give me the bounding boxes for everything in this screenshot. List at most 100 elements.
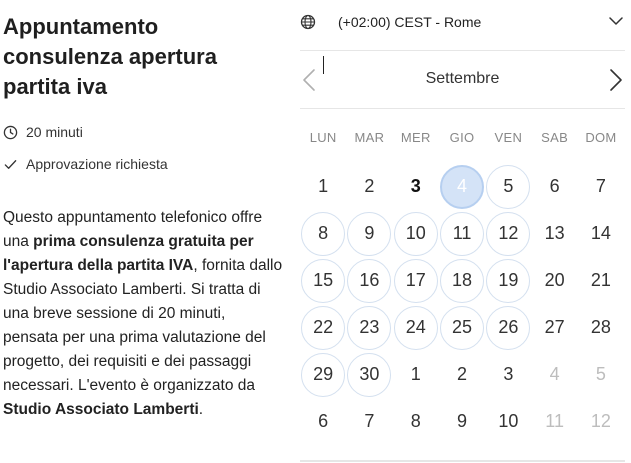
day-number: 12	[590, 411, 611, 431]
day-number: 13	[544, 223, 565, 243]
day-cell: 2	[439, 351, 485, 398]
day-cell-available[interactable]: 10	[393, 210, 439, 257]
chevron-down-icon[interactable]	[609, 16, 623, 26]
timezone-label: (+02:00) CEST - Rome	[338, 14, 482, 30]
day-number: 10	[498, 411, 519, 431]
day-cell-disabled: 4	[531, 351, 577, 398]
day-cell-disabled: 5	[578, 351, 624, 398]
calendar-grid: 1 2 3 4 5 6 7 8 9 10 11 12 13 14 15 16 17 18 19 20 21 22 23 24 2…	[300, 163, 624, 445]
day-cell: 13	[531, 210, 577, 257]
divider	[300, 50, 625, 51]
day-number: 1	[318, 176, 329, 196]
day-cell: 6	[300, 398, 346, 445]
day-cell-available[interactable]: 17	[393, 257, 439, 304]
day-number: 20	[544, 270, 565, 290]
day-cell: 9	[439, 398, 485, 445]
day-cell-available[interactable]: 8	[300, 210, 346, 257]
day-number: 3	[410, 176, 421, 196]
day-number: 24	[393, 305, 438, 350]
day-number: 7	[364, 411, 375, 431]
day-number: 11	[440, 211, 485, 256]
day-number: 3	[503, 364, 514, 384]
day-cell: 1	[393, 351, 439, 398]
divider	[300, 460, 625, 462]
day-cell-available[interactable]: 26	[485, 304, 531, 351]
duration-label: 20 minuti	[26, 124, 83, 140]
description-text-3: .	[198, 401, 204, 418]
description-text-2: , fornita dallo Studio Associato Lambert…	[3, 257, 283, 394]
day-number: 8	[410, 411, 421, 431]
day-number: 15	[301, 258, 346, 303]
timezone-selector[interactable]: (+02:00) CEST - Rome	[300, 4, 631, 40]
day-number: 21	[590, 270, 611, 290]
day-number: 12	[486, 211, 531, 256]
day-number: 29	[301, 352, 346, 397]
day-cell: 6	[531, 163, 577, 210]
day-number: 2	[364, 176, 375, 196]
day-cell: 3	[485, 351, 531, 398]
chevron-right-icon[interactable]	[605, 68, 625, 92]
day-number: 7	[595, 176, 606, 196]
month-label: Settembre	[425, 70, 500, 87]
day-number: 22	[301, 305, 346, 350]
day-cell: 14	[578, 210, 624, 257]
day-cell-available[interactable]: 9	[346, 210, 392, 257]
day-cell-available[interactable]: 19	[485, 257, 531, 304]
weekday-label: GIO	[449, 130, 475, 145]
day-cell-available[interactable]: 30	[346, 351, 392, 398]
day-number: 30	[347, 352, 392, 397]
day-number: 27	[544, 317, 565, 337]
day-cell-available[interactable]: 22	[300, 304, 346, 351]
day-number: 5	[486, 164, 531, 209]
day-number: 19	[486, 258, 531, 303]
weekday-label: VEN	[494, 130, 523, 145]
day-cell-selected[interactable]: 4	[439, 163, 485, 210]
day-number: 23	[347, 305, 392, 350]
day-cell-available[interactable]: 23	[346, 304, 392, 351]
day-cell: 8	[393, 398, 439, 445]
day-cell-available[interactable]: 25	[439, 304, 485, 351]
weekday-label: MER	[400, 130, 431, 145]
globe-icon	[300, 14, 316, 30]
day-number: 18	[440, 258, 485, 303]
day-number: 17	[393, 258, 438, 303]
day-cell-today: 3	[393, 163, 439, 210]
day-cell-disabled: 12	[578, 398, 624, 445]
day-cell: 20	[531, 257, 577, 304]
day-cell-available[interactable]: 5	[485, 163, 531, 210]
day-cell-available[interactable]: 11	[439, 210, 485, 257]
event-description: Questo appuntamento telefonico offre una…	[3, 206, 283, 422]
day-number: 4	[440, 164, 485, 209]
day-number: 2	[457, 364, 468, 384]
day-number: 10	[393, 211, 438, 256]
weekday-label: LUN	[309, 130, 337, 145]
day-cell-available[interactable]: 16	[346, 257, 392, 304]
day-cell: 27	[531, 304, 577, 351]
approval-row: Approvazione richiesta	[3, 152, 283, 176]
weekday-header: LUN MAR MER GIO VEN SAB DOM	[300, 130, 624, 145]
day-cell-available[interactable]: 29	[300, 351, 346, 398]
day-cell: 28	[578, 304, 624, 351]
day-cell-available[interactable]: 18	[439, 257, 485, 304]
day-number: 28	[590, 317, 611, 337]
weekday-label: DOM	[585, 130, 617, 145]
weekday-label: SAB	[541, 130, 569, 145]
day-number: 16	[347, 258, 392, 303]
day-cell-available[interactable]: 15	[300, 257, 346, 304]
day-cell: 21	[578, 257, 624, 304]
day-number: 9	[347, 211, 392, 256]
day-number: 26	[486, 305, 531, 350]
day-number: 8	[301, 211, 346, 256]
day-cell-available[interactable]: 24	[393, 304, 439, 351]
day-number: 25	[440, 305, 485, 350]
day-number: 6	[549, 176, 560, 196]
day-number: 5	[595, 364, 606, 384]
month-navigation: Settembre	[300, 56, 625, 102]
divider	[300, 108, 625, 109]
day-number: 14	[590, 223, 611, 243]
day-number: 1	[410, 364, 421, 384]
day-number: 6	[318, 411, 329, 431]
day-number: 4	[549, 364, 560, 384]
day-cell-available[interactable]: 12	[485, 210, 531, 257]
day-cell: 1	[300, 163, 346, 210]
